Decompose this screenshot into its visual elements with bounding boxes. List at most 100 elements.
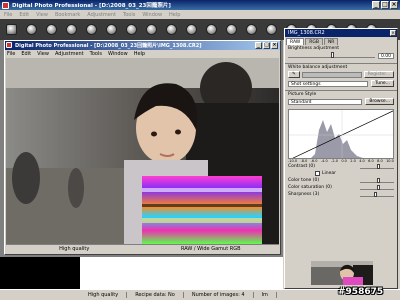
grid-icon[interactable] bbox=[206, 24, 217, 35]
tab-rgb[interactable]: RGB bbox=[305, 38, 323, 45]
menu-adjustment[interactable]: Adjustment bbox=[87, 12, 116, 18]
image-window-icon bbox=[6, 42, 12, 48]
axis-tick: 4.0 bbox=[359, 159, 365, 163]
axis-tick: 2.0 bbox=[350, 159, 356, 163]
image-maximize-button[interactable]: □ bbox=[263, 41, 270, 49]
main-window-icon[interactable] bbox=[6, 24, 17, 35]
workspace: Digital Photo Professional - [D:\2008_03… bbox=[0, 40, 283, 289]
axis-tick: -2.0 bbox=[331, 159, 338, 163]
menu-bar: File Edit View Bookmark Adjustment Tools… bbox=[0, 10, 400, 19]
stamp-icon[interactable] bbox=[266, 24, 277, 35]
rotate-right-icon[interactable] bbox=[166, 24, 177, 35]
image-minimize-button[interactable]: _ bbox=[255, 41, 262, 49]
wb-tune-button[interactable]: Tune... bbox=[371, 80, 394, 87]
status-quality: High quality bbox=[0, 292, 128, 298]
color-tone-slider[interactable] bbox=[360, 177, 394, 183]
histogram-graph bbox=[289, 110, 393, 158]
axis-tick: 6.0 bbox=[368, 159, 374, 163]
child-menu-help[interactable]: Help bbox=[134, 51, 145, 57]
wb-select[interactable]: Shot settings bbox=[288, 80, 369, 87]
thumbnail-strip bbox=[0, 255, 283, 289]
picture-style-section: Picture Style Standard Browse... bbox=[285, 90, 397, 106]
color-sat-row: Color saturation (0) bbox=[285, 184, 397, 191]
maximize-button[interactable]: □ bbox=[381, 1, 389, 9]
compare-icon[interactable] bbox=[186, 24, 197, 35]
color-tone-knob[interactable] bbox=[377, 177, 380, 183]
image-window-menu: File Edit View Adjustment Tools Window H… bbox=[5, 50, 280, 58]
menu-edit[interactable]: Edit bbox=[19, 12, 29, 18]
preview-image bbox=[311, 261, 373, 285]
image-window-title: Digital Photo Professional - [D:\2008_03… bbox=[15, 43, 202, 49]
linear-checkbox[interactable] bbox=[315, 171, 320, 176]
wb-register-button[interactable]: Register... bbox=[363, 71, 394, 78]
contrast-label: Contrast (0) bbox=[288, 164, 316, 169]
axis-tick: 0.0 bbox=[341, 159, 347, 163]
white-balance-section: White balance adjustment ✎ Register... S… bbox=[285, 63, 397, 88]
tool-palette-icon[interactable] bbox=[246, 24, 257, 35]
tool-palette: IMG_1308.CR2 × RAW RGB NR Brightness adj… bbox=[284, 28, 398, 289]
app-icon bbox=[2, 1, 9, 9]
status-image-count: Number of images: 4 bbox=[184, 292, 254, 298]
watermark-text: #958675 bbox=[338, 287, 384, 297]
child-menu-file[interactable]: File bbox=[7, 51, 15, 57]
minimize-button[interactable]: _ bbox=[372, 1, 380, 9]
image-window-status: High quality RAW / Wide Gamut RGB bbox=[6, 244, 279, 253]
eyedropper-button[interactable]: ✎ bbox=[288, 71, 300, 78]
tab-nr[interactable]: NR bbox=[323, 38, 339, 45]
ps-browse-button[interactable]: Browse... bbox=[365, 98, 394, 105]
menu-view[interactable]: View bbox=[36, 12, 48, 18]
brightness-section: Brightness adjustment 0.00 bbox=[285, 45, 397, 61]
palette-tabs: RAW RGB NR bbox=[285, 37, 397, 45]
menu-bookmark[interactable]: Bookmark bbox=[55, 12, 80, 18]
brightness-value-field[interactable]: 0.00 bbox=[377, 52, 394, 59]
ps-label: Picture Style bbox=[288, 92, 317, 97]
menu-tools[interactable]: Tools bbox=[123, 12, 135, 18]
sharpness-slider[interactable] bbox=[360, 191, 394, 197]
child-menu-adjustment[interactable]: Adjustment bbox=[55, 51, 84, 57]
sharpness-knob[interactable] bbox=[373, 191, 377, 197]
palette-close-button[interactable]: × bbox=[390, 29, 396, 36]
zoom-icon[interactable] bbox=[226, 24, 237, 35]
tone-curve-histogram[interactable] bbox=[288, 109, 394, 159]
app-title-bar: Digital Photo Professional - [D:\2008_03… bbox=[0, 0, 400, 10]
linear-label: Linear bbox=[322, 171, 336, 176]
contrast-knob[interactable] bbox=[377, 163, 380, 169]
photo-canvas[interactable] bbox=[6, 58, 279, 244]
child-menu-view[interactable]: View bbox=[37, 51, 49, 57]
child-menu-tools[interactable]: Tools bbox=[90, 51, 102, 57]
child-menu-edit[interactable]: Edit bbox=[21, 51, 31, 57]
rotate-left-icon[interactable] bbox=[146, 24, 157, 35]
print-icon[interactable] bbox=[106, 24, 117, 35]
menu-file[interactable]: File bbox=[4, 12, 12, 18]
menu-help[interactable]: Help bbox=[169, 12, 180, 18]
sharpness-label: Sharpness (3) bbox=[288, 192, 320, 197]
thumbnail-frame[interactable] bbox=[0, 257, 80, 289]
status-extra: Im bbox=[254, 292, 277, 298]
navigator-preview[interactable] bbox=[311, 261, 373, 285]
contrast-row: Contrast (0) bbox=[285, 163, 397, 170]
edit-image-window-icon[interactable] bbox=[46, 24, 57, 35]
child-menu-window[interactable]: Window bbox=[108, 51, 128, 57]
brightness-slider[interactable] bbox=[288, 52, 375, 58]
batch-icon[interactable] bbox=[126, 24, 137, 35]
contrast-slider[interactable] bbox=[360, 163, 394, 169]
image-close-button[interactable]: × bbox=[271, 41, 278, 49]
color-tone-row: Color tone (0) bbox=[285, 177, 397, 184]
window-controls: _ □ × bbox=[372, 1, 398, 9]
brightness-slider-knob[interactable] bbox=[331, 52, 335, 58]
edit-window-icon[interactable] bbox=[26, 24, 37, 35]
color-sat-knob[interactable] bbox=[377, 184, 380, 190]
quick-check-icon[interactable] bbox=[66, 24, 77, 35]
wb-label: White balance adjustment bbox=[288, 65, 348, 70]
photo-image bbox=[6, 58, 279, 244]
axis-tick: -10.0 bbox=[288, 159, 298, 163]
color-sat-slider[interactable] bbox=[360, 184, 394, 190]
save-icon[interactable] bbox=[86, 24, 97, 35]
axis-tick: 10.0 bbox=[386, 159, 394, 163]
image-edit-window: Digital Photo Professional - [D:\2008_03… bbox=[4, 40, 281, 255]
ps-select[interactable]: Standard bbox=[288, 98, 363, 105]
tab-raw[interactable]: RAW bbox=[286, 38, 305, 45]
close-button[interactable]: × bbox=[390, 1, 398, 9]
menu-window[interactable]: Window bbox=[142, 12, 162, 18]
wb-swatches bbox=[301, 71, 362, 78]
